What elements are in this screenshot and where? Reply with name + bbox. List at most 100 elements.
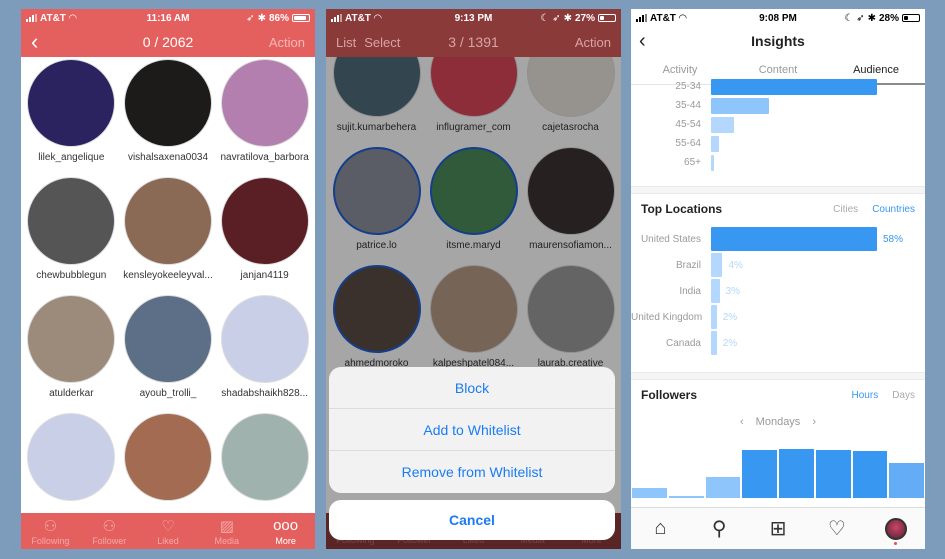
avatar[interactable] bbox=[123, 59, 212, 147]
tab-profile-avatar[interactable] bbox=[866, 517, 925, 545]
bar-row: United Kingdom 2% bbox=[631, 304, 925, 330]
bar-row: 55-64 bbox=[631, 134, 925, 153]
bluetooth-icon: ✱ bbox=[257, 12, 266, 24]
heart-icon: ♡ bbox=[827, 518, 846, 540]
user-cell[interactable] bbox=[120, 411, 217, 529]
avatar[interactable] bbox=[526, 147, 615, 235]
wifi-icon: ◠ bbox=[68, 12, 77, 24]
heart-icon: ♡ bbox=[161, 517, 175, 535]
avatar[interactable] bbox=[220, 59, 309, 147]
user-cell[interactable]: patrice.lo bbox=[328, 145, 425, 263]
bar bbox=[711, 253, 723, 277]
avatar[interactable] bbox=[220, 177, 309, 265]
bar-value-label: 58% bbox=[883, 233, 904, 245]
bar bbox=[711, 305, 717, 329]
section-divider bbox=[631, 372, 925, 380]
avatar[interactable] bbox=[220, 413, 309, 501]
action-button[interactable]: Action bbox=[575, 35, 611, 50]
signal-icon bbox=[26, 14, 37, 22]
user-cell[interactable]: kensleyokeeleyval... bbox=[120, 175, 217, 293]
user-cell[interactable]: ayoub_trolli_ bbox=[120, 293, 217, 411]
tab-home[interactable]: ⌂ bbox=[631, 517, 690, 540]
tab-more[interactable]: ooo More bbox=[256, 513, 315, 549]
bar-label: Canada bbox=[665, 337, 701, 349]
day-selector: ‹ Mondays › bbox=[631, 410, 925, 434]
user-cell[interactable]: chewbubblegun bbox=[23, 175, 120, 293]
bottom-tab-bar: ⌂ ⚲ ⊞ ♡ bbox=[631, 507, 925, 549]
bar-label: 55-64 bbox=[675, 138, 701, 149]
user-cell[interactable] bbox=[23, 411, 120, 529]
bar bbox=[711, 78, 877, 95]
user-cell[interactable] bbox=[216, 411, 313, 529]
bar-row: 65+ bbox=[631, 153, 925, 172]
prev-day-chevron-icon[interactable]: ‹ bbox=[740, 416, 744, 428]
tab-search[interactable]: ⚲ bbox=[690, 516, 749, 541]
avatar[interactable] bbox=[429, 265, 518, 353]
bar bbox=[711, 279, 720, 303]
user-cell[interactable]: janjan4119 bbox=[216, 175, 313, 293]
avatar[interactable] bbox=[123, 295, 212, 383]
carrier: AT&T bbox=[650, 12, 676, 24]
cancel-button[interactable]: Cancel bbox=[329, 500, 615, 540]
profile-avatar[interactable] bbox=[884, 517, 907, 545]
username: shadabshaikh828... bbox=[221, 388, 309, 399]
followers-title: Followers bbox=[641, 388, 698, 402]
location-icon: ➶ bbox=[856, 12, 865, 24]
user-cell[interactable]: ahmedmoroko bbox=[328, 263, 425, 381]
tab-follower[interactable]: ⚇ Follower bbox=[80, 513, 139, 549]
avatar[interactable] bbox=[27, 177, 116, 265]
avatar[interactable] bbox=[27, 295, 116, 383]
username: cajetasrocha bbox=[542, 122, 599, 133]
action-button[interactable]: Action bbox=[269, 35, 305, 50]
bar-label: Brazil bbox=[675, 259, 701, 271]
tab-following[interactable]: ⚇ Following bbox=[21, 513, 80, 549]
user-cell[interactable]: vishalsaxena0034 bbox=[120, 57, 217, 175]
avatar[interactable] bbox=[123, 413, 212, 501]
user-cell[interactable]: kalpeshpatel084... bbox=[425, 263, 522, 381]
tab-heart[interactable]: ♡ bbox=[807, 516, 866, 541]
avatar[interactable] bbox=[123, 177, 212, 265]
top-locations-header: Top Locations Cities Countries bbox=[631, 194, 925, 224]
bar bbox=[711, 154, 715, 171]
battery-icon bbox=[598, 14, 616, 22]
tab-label: More bbox=[275, 535, 296, 546]
user-cell[interactable]: laurab.creative bbox=[522, 263, 619, 381]
bar-track bbox=[711, 116, 877, 133]
avatar[interactable] bbox=[429, 147, 518, 235]
sheet-option-block[interactable]: Block bbox=[329, 367, 615, 409]
user-cell[interactable]: maurensofiamon... bbox=[522, 145, 619, 263]
avatar[interactable] bbox=[27, 59, 116, 147]
avatar[interactable] bbox=[332, 265, 421, 353]
bar bbox=[711, 135, 720, 152]
carrier: AT&T bbox=[40, 12, 66, 24]
toggle-countries[interactable]: Countries bbox=[872, 204, 915, 215]
tab-add-post[interactable]: ⊞ bbox=[749, 516, 808, 541]
user-cell[interactable]: itsme.maryd bbox=[425, 145, 522, 263]
user-cell[interactable]: shadabshaikh828... bbox=[216, 293, 313, 411]
avatar[interactable] bbox=[27, 413, 116, 501]
toggle-days[interactable]: Days bbox=[892, 390, 915, 401]
toggle-cities[interactable]: Cities bbox=[833, 204, 858, 215]
locations-toggle: Cities Countries bbox=[833, 204, 915, 215]
sheet-option-remove-from-whitelist[interactable]: Remove from Whitelist bbox=[329, 451, 615, 493]
username: patrice.lo bbox=[356, 240, 397, 251]
bar-track bbox=[711, 227, 877, 251]
toggle-hours[interactable]: Hours bbox=[852, 390, 879, 401]
phone-screen-user-list: AT&T ◠ 11:16 AM ➶ ✱ 86% ‹ 0 / 2062 Action l… bbox=[21, 9, 315, 549]
avatar[interactable] bbox=[220, 295, 309, 383]
username: sujit.kumarbehera bbox=[336, 122, 417, 133]
user-cell[interactable]: atulderkar bbox=[23, 293, 120, 411]
nav-bar: ‹ 0 / 2062 Action bbox=[21, 27, 315, 57]
next-day-chevron-icon[interactable]: › bbox=[812, 416, 816, 428]
header: AT&T ◠ 9:13 PM ☾ ➶ ✱ 27% List Select 3 / 1391… bbox=[326, 9, 621, 57]
username: chewbubblegun bbox=[36, 270, 107, 281]
signal-icon bbox=[636, 14, 647, 22]
tab-liked[interactable]: ♡ Liked bbox=[139, 513, 198, 549]
sheet-option-add-to-whitelist[interactable]: Add to Whitelist bbox=[329, 409, 615, 451]
avatar[interactable] bbox=[526, 265, 615, 353]
user-cell[interactable]: lilek_angelique bbox=[23, 57, 120, 175]
battery-percent: 86% bbox=[268, 12, 289, 24]
tab-media[interactable]: ▨ Media bbox=[197, 513, 256, 549]
avatar[interactable] bbox=[332, 147, 421, 235]
user-cell[interactable]: navratilova_barbora bbox=[216, 57, 313, 175]
